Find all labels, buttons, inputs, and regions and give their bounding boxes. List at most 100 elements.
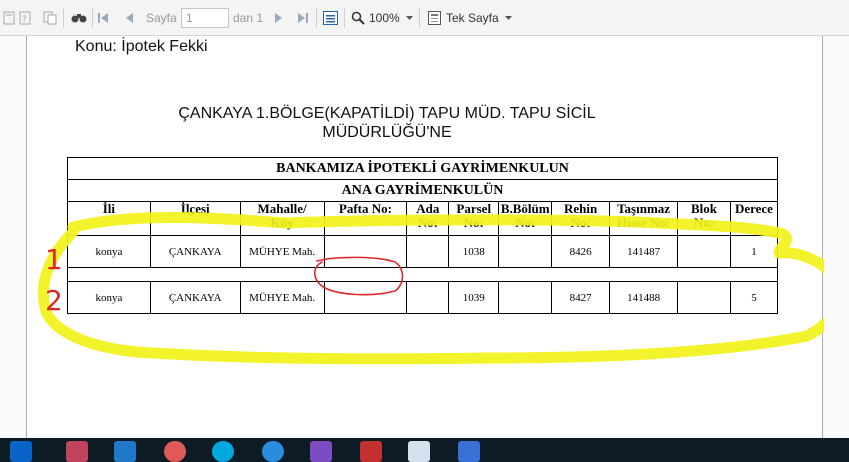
report-viewport[interactable]: Konu: İpotek Fekki ÇANKAYA 1.BÖLGE(KAPAT… <box>0 36 849 438</box>
zoom-icon[interactable] <box>350 9 366 27</box>
table-row: konya ÇANKAYA MÜHYE Mah. 1039 8427 141488 5 <box>67 281 779 314</box>
office-heading-line2: MÜDÜRLÜĞÜ'NE <box>322 124 452 141</box>
svg-text:?: ? <box>22 15 27 25</box>
table-cell <box>406 281 450 314</box>
column-header-row: İli İlçesi Mahalle/Köy Pafta No: Ada No: Parse… <box>67 201 779 236</box>
toolbar-separator <box>316 8 317 28</box>
sublime-icon[interactable] <box>458 441 480 462</box>
table-cell: 8427 <box>551 281 611 314</box>
table-cell <box>498 235 553 268</box>
table-cell: 141488 <box>609 281 679 314</box>
row-number-label: 1 <box>45 243 63 276</box>
notepad-icon[interactable] <box>408 441 430 462</box>
vertical-scrollbar[interactable] <box>838 36 849 438</box>
table-title-row: BANKAMIZA İPOTEKLİ GAYRİMENKULUN <box>67 157 778 180</box>
chevron-down-icon[interactable] <box>503 9 513 27</box>
column-header-text: No: <box>417 215 438 230</box>
visual-studio-code-icon[interactable] <box>114 441 136 462</box>
column-header-text: İli <box>102 201 116 216</box>
property-table: BANKAMIZA İPOTEKLİ GAYRİMENKULUN ANA GAY… <box>67 157 779 314</box>
table-subtitle-row: ANA GAYRİMENKULÜN <box>67 179 778 202</box>
column-header-text: Pafta No: <box>338 201 392 216</box>
disk-icon[interactable] <box>164 441 186 462</box>
table-row: konya ÇANKAYA MÜHYE Mah. 1038 8426 141487 1 <box>67 235 779 268</box>
table-cell: ÇANKAYA <box>149 281 241 314</box>
column-header-text: No: <box>515 215 536 230</box>
database-icon[interactable] <box>66 441 88 462</box>
column-header-text: Derece <box>734 201 773 216</box>
column-header-text: Ada <box>416 201 440 216</box>
visual-studio-icon[interactable] <box>310 441 332 462</box>
table-cell: konya <box>67 281 151 314</box>
office-heading: ÇANKAYA 1.BÖLGE(KAPATİLDİ) TAPU MÜD. TAP… <box>147 104 627 142</box>
previous-page-icon[interactable] <box>122 9 136 27</box>
column-header: Taşınmaz Hisse No: <box>609 201 679 236</box>
table-cell: 1 <box>729 235 779 268</box>
report-viewer-toolbar: ? Sayfa dan 1 100% Tek Sayfa <box>0 0 849 36</box>
column-header-text: Mahalle/ <box>257 201 307 216</box>
chevron-down-icon[interactable] <box>404 9 414 27</box>
column-header: Pafta No: <box>323 201 408 236</box>
table-cell: MÜHYE Mah. <box>239 235 325 268</box>
table-cell: 5 <box>729 281 779 314</box>
table-cell: 1038 <box>448 235 500 268</box>
report-page: Konu: İpotek Fekki ÇANKAYA 1.BÖLGE(KAPAT… <box>26 36 824 438</box>
column-header-text: Rehin <box>564 201 598 216</box>
layout-mode[interactable]: Tek Sayfa <box>446 11 499 25</box>
column-header-text: No: <box>570 215 591 230</box>
column-header-text: Blok <box>690 201 717 216</box>
column-header: İlçesi <box>149 201 241 236</box>
table-cell <box>498 281 553 314</box>
row-gap <box>67 267 778 282</box>
find-icon[interactable] <box>70 9 88 27</box>
zoom-level[interactable]: 100% <box>369 11 400 25</box>
office-heading-line1: ÇANKAYA 1.BÖLGE(KAPATİLDİ) TAPU MÜD. TAP… <box>178 105 596 122</box>
page-label: Sayfa <box>146 11 177 25</box>
save-icon[interactable] <box>2 9 16 27</box>
table-cell: MÜHYE Mah. <box>239 281 325 314</box>
column-header-text: İlçesi <box>180 201 210 216</box>
skype-icon[interactable] <box>212 441 234 462</box>
column-header-text: Taşınmaz <box>617 201 671 216</box>
table-subtitle: ANA GAYRİMENKULÜN <box>67 179 778 202</box>
table-cell: 141487 <box>609 235 679 268</box>
page-count-label: dan 1 <box>233 11 264 25</box>
toolbar-separator <box>92 8 93 28</box>
next-page-icon[interactable] <box>272 9 286 27</box>
column-header-text: Parsel <box>456 201 492 216</box>
internet-explorer-icon[interactable] <box>262 441 284 462</box>
page-layout-icon[interactable] <box>426 9 442 27</box>
column-header-text: Köy <box>270 215 294 230</box>
filezilla-icon[interactable] <box>360 441 382 462</box>
column-header-text: B.Bölüm <box>500 201 550 216</box>
outlook-icon[interactable] <box>10 441 32 462</box>
column-header: Rehin No: <box>551 201 611 236</box>
toolbar-separator <box>344 8 345 28</box>
column-header: İli <box>67 201 151 236</box>
column-header: Parsel No: <box>448 201 500 236</box>
windows-taskbar <box>0 438 849 462</box>
toolbar-separator <box>63 8 64 28</box>
table-cell: 8426 <box>551 235 611 268</box>
export-icon[interactable]: ? <box>18 9 32 27</box>
table-cell <box>323 235 408 268</box>
column-header: Ada No: <box>406 201 450 236</box>
table-cell <box>677 235 731 268</box>
copy-icon[interactable] <box>42 9 58 27</box>
column-header: Mahalle/Köy <box>239 201 325 236</box>
table-cell: ÇANKAYA <box>149 235 241 268</box>
table-title: BANKAMIZA İPOTEKLİ GAYRİMENKULUN <box>67 157 778 180</box>
table-cell <box>406 235 450 268</box>
column-header: Derece <box>729 201 779 236</box>
column-header: Blok No: <box>677 201 731 236</box>
column-header-text: Hisse No: <box>617 215 671 230</box>
table-cell: 1039 <box>448 281 500 314</box>
last-page-icon[interactable] <box>296 9 310 27</box>
table-cell: konya <box>67 235 151 268</box>
document-map-icon[interactable] <box>322 9 338 27</box>
column-header: B.Bölüm No: <box>498 201 553 236</box>
subject-line: Konu: İpotek Fekki <box>75 38 208 55</box>
page-number-input[interactable] <box>181 8 229 28</box>
column-header-text: No: <box>463 215 484 230</box>
first-page-icon[interactable] <box>96 9 110 27</box>
